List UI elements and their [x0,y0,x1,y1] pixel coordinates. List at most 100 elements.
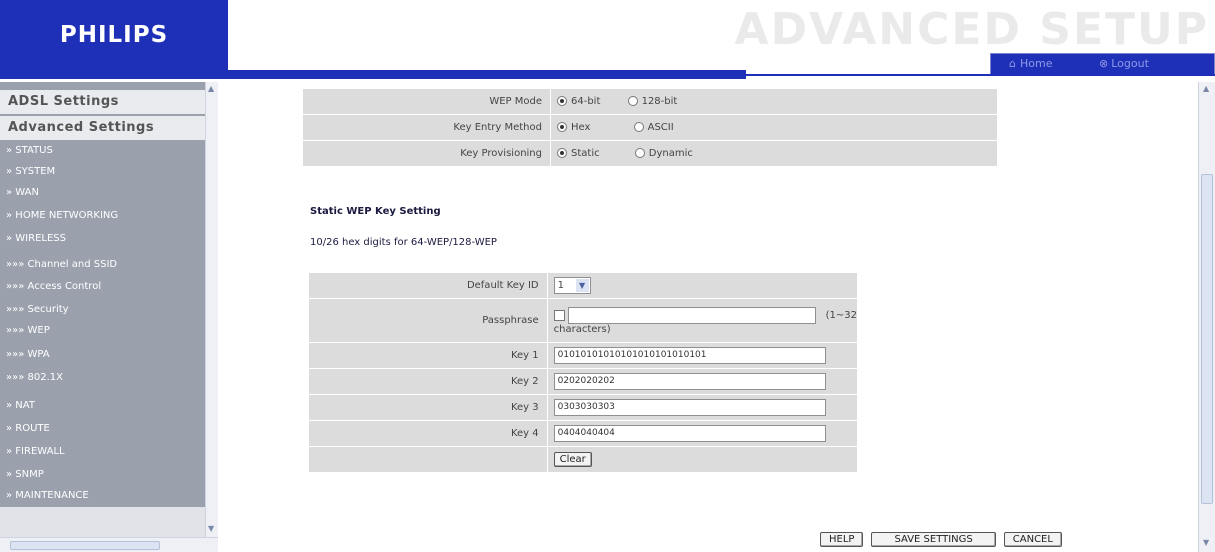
radio-selected-icon[interactable] [557,122,567,132]
scroll-down-icon[interactable]: ▼ [1203,538,1209,547]
key1-cell: 01010101010101010101010101 [546,342,859,369]
header-divider [746,74,1215,76]
static-key-table: Default Key ID 1 ▼ Passphrase (1~32 chara… [308,272,859,473]
logout-icon: ⊗ [1099,57,1109,70]
key-prov-static-label: Static [571,148,600,159]
key-provisioning-options: Static Dynamic [550,140,998,167]
sidebar-item-status[interactable]: » STATUS [0,140,205,161]
default-key-value: 1 [557,280,564,291]
wep-mode-table: WEP Mode 64-bit 128-bit Key Entry Method… [302,88,998,167]
passphrase-cell: (1~32 characters) [546,298,859,343]
sidebar-item-home-networking[interactable]: » HOME NETWORKING [0,205,205,226]
sidebar-footer [0,507,205,537]
sidebar-item-wpa[interactable]: »»» WPA [0,344,205,365]
sidebar: ADSL Settings Advanced Settings » STATUS… [0,82,218,552]
main-content: WEP Mode 64-bit 128-bit Key Entry Method… [218,82,1198,552]
radio-selected-icon[interactable] [557,96,567,106]
sidebar-heading-adsl[interactable]: ADSL Settings [0,90,205,114]
sidebar-horizontal-scrollbar[interactable] [0,537,218,552]
section-hint: 10/26 hex digits for 64-WEP/128-WEP [310,237,497,248]
scrollbar-thumb[interactable] [1201,174,1213,504]
passphrase-input[interactable] [567,306,816,324]
sidebar-item-snmp[interactable]: » SNMP [0,464,205,485]
key4-input[interactable]: 0404040404 [553,425,826,442]
wep-mode-options: 64-bit 128-bit [550,88,998,115]
table-row: Key Provisioning Static Dynamic [302,140,998,167]
key-entry-hex-label: Hex [571,122,591,133]
sidebar-item-system[interactable]: » SYSTEM [0,161,205,182]
main-vertical-scrollbar[interactable]: ▲ ▼ [1198,82,1215,552]
key-provisioning-label: Key Provisioning [302,140,551,167]
wep-mode-label: WEP Mode [302,88,551,115]
radio-icon[interactable] [633,122,644,132]
wep-mode-64-option[interactable]: 64-bit [557,96,600,107]
logout-link-label: Logout [1111,57,1149,70]
key-prov-dynamic-label: Dynamic [648,148,693,159]
sidebar-item-8021x[interactable]: »»» 802.1X [0,367,205,388]
chevron-down-icon[interactable]: ▼ [575,279,589,292]
key-entry-ascii-option[interactable]: ASCII [633,122,674,133]
header: PHILIPS ADVANCED SETUP ⌂ Home ⊗ Logout [0,0,1215,86]
passphrase-label: Passphrase [308,298,548,343]
home-link-label: Home [1019,57,1053,70]
clear-cell: Clear [546,446,859,473]
default-key-cell: 1 ▼ [546,272,859,299]
key4-cell: 0404040404 [546,420,859,447]
wep-mode-128-label: 128-bit [641,96,678,107]
wep-mode-128-option[interactable]: 128-bit [627,96,678,107]
key1-input[interactable]: 01010101010101010101010101 [553,347,826,364]
key1-label: Key 1 [308,342,548,369]
home-icon: ⌂ [1009,57,1016,70]
logout-link[interactable]: ⊗ Logout [1099,57,1149,70]
sidebar-vertical-scrollbar[interactable]: ▲ ▼ [205,82,218,537]
passphrase-hint-b: characters) [553,323,611,335]
scroll-down-icon[interactable]: ▼ [208,524,214,533]
radio-icon[interactable] [627,96,638,106]
sidebar-item-maintenance[interactable]: » MAINTENANCE [0,485,205,506]
table-row: Key 1 01010101010101010101010101 [308,342,859,369]
key4-label: Key 4 [308,420,548,447]
key3-input[interactable]: 0303030303 [553,399,826,416]
scrollbar-thumb[interactable] [10,541,160,550]
table-row: Clear [308,446,859,473]
sidebar-item-nat[interactable]: » NAT [0,395,205,416]
sidebar-item-wan[interactable]: » WAN [0,182,205,203]
key2-input[interactable]: 0202020202 [553,373,826,390]
key-prov-static-option[interactable]: Static [557,148,600,159]
radio-selected-icon[interactable] [557,148,567,158]
table-row: Key Entry Method Hex ASCII [302,114,998,141]
home-link[interactable]: ⌂ Home [1009,57,1052,70]
table-row: WEP Mode 64-bit 128-bit [302,88,998,115]
page-title: ADVANCED SETUP [734,4,1209,55]
wep-mode-64-label: 64-bit [571,96,601,107]
sidebar-item-access-control[interactable]: »»» Access Control [0,276,205,297]
sidebar-item-route[interactable]: » ROUTE [0,418,205,439]
default-key-label: Default Key ID [308,272,548,299]
radio-icon[interactable] [634,148,645,158]
passphrase-checkbox[interactable] [553,309,565,321]
sidebar-item-wireless[interactable]: » WIRELESS [0,228,205,249]
save-settings-button[interactable]: SAVE SETTINGS [871,532,996,547]
action-bar: HELP SAVE SETTINGS CANCEL [820,532,1062,547]
sidebar-item-wep[interactable]: »»» WEP [0,320,205,341]
cancel-button[interactable]: CANCEL [1003,532,1062,547]
scroll-up-icon[interactable]: ▲ [208,84,214,93]
sidebar-item-firewall[interactable]: » FIREWALL [0,441,205,462]
sidebar-item-channel-ssid[interactable]: »»» Channel and SSID [0,254,205,275]
sidebar-menu: ADSL Settings Advanced Settings » STATUS… [0,82,205,537]
default-key-select[interactable]: 1 ▼ [553,277,591,294]
clear-button[interactable]: Clear [553,452,592,467]
table-row: Key 3 0303030303 [308,394,859,421]
scroll-up-icon[interactable]: ▲ [1203,84,1209,93]
key-entry-label: Key Entry Method [302,114,551,141]
sidebar-heading-advanced[interactable]: Advanced Settings [0,116,205,140]
sidebar-item-security[interactable]: »»» Security [0,299,205,320]
key-entry-hex-option[interactable]: Hex [557,122,590,133]
empty-cell [308,446,548,473]
key-prov-dynamic-option[interactable]: Dynamic [634,148,693,159]
table-row: Key 4 0404040404 [308,420,859,447]
help-button[interactable]: HELP [820,532,864,547]
key-entry-options: Hex ASCII [550,114,998,141]
key2-label: Key 2 [308,368,548,395]
key-entry-ascii-label: ASCII [647,122,674,133]
